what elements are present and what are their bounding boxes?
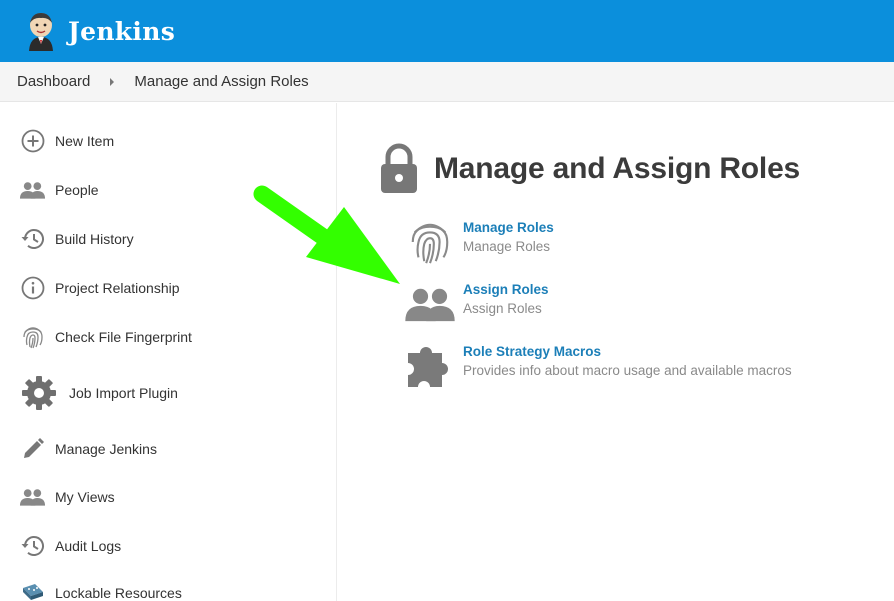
- chevron-right-icon: [90, 77, 134, 86]
- sidebar-item-label: Job Import Plugin: [69, 385, 178, 401]
- sidebar-item-label: Manage Jenkins: [55, 441, 157, 457]
- entry-description: Manage Roles: [463, 239, 551, 254]
- breadcrumb-current[interactable]: Manage and Assign Roles: [134, 73, 308, 90]
- sidebar-item-my-views[interactable]: My Views: [0, 477, 336, 517]
- app-title[interactable]: Jenkins: [68, 17, 175, 46]
- sidebar-item-manage-jenkins[interactable]: Manage Jenkins: [0, 429, 336, 469]
- top-header: Jenkins: [0, 0, 894, 62]
- sidebar-item-label: Audit Logs: [55, 538, 122, 554]
- plus-circle-icon: [19, 128, 46, 155]
- sidebar-item-people[interactable]: People: [0, 170, 336, 210]
- sidebar-item-project-relationship[interactable]: Project Relationship: [0, 268, 336, 308]
- sidebar-item-label: Project Relationship: [55, 280, 180, 296]
- history-icon: [19, 226, 46, 253]
- info-icon: [19, 275, 46, 302]
- entry-manage-roles: Manage Roles Manage Roles: [402, 220, 554, 268]
- manage-roles-link[interactable]: Manage Roles: [463, 220, 554, 235]
- breadcrumb: Dashboard Manage and Assign Roles: [0, 62, 894, 102]
- network-icon: [19, 580, 46, 601]
- entry-description: Assign Roles: [463, 301, 542, 316]
- sidebar-item-label: My Views: [55, 489, 115, 505]
- page-title: Manage and Assign Roles: [434, 152, 801, 185]
- main-content: Manage and Assign Roles Manage Roles Man…: [338, 103, 894, 601]
- sidebar-item-label: Build History: [55, 231, 134, 247]
- assign-roles-link[interactable]: Assign Roles: [463, 282, 549, 297]
- fingerprint-icon: [402, 216, 458, 268]
- sidebar-item-label: New Item: [55, 133, 115, 149]
- gear-icon: [19, 373, 59, 413]
- role-strategy-macros-link[interactable]: Role Strategy Macros: [463, 344, 792, 359]
- sidebar-item-label: Lockable Resources: [55, 585, 182, 601]
- sidebar-item-label: People: [55, 182, 99, 198]
- people-icon: [402, 278, 458, 330]
- sidebar: New Item People Build History Project Re…: [0, 103, 337, 601]
- sidebar-item-check-file-fingerprint[interactable]: Check File Fingerprint: [0, 317, 336, 357]
- people-icon: [19, 177, 46, 204]
- breadcrumb-dashboard[interactable]: Dashboard: [17, 73, 90, 90]
- sidebar-item-new-item[interactable]: New Item: [0, 121, 336, 161]
- fingerprint-icon: [19, 324, 46, 351]
- entry-description: Provides info about macro usage and avai…: [463, 363, 792, 378]
- sidebar-item-build-history[interactable]: Build History: [0, 219, 336, 259]
- lock-icon: [381, 143, 417, 193]
- people-icon: [19, 484, 46, 511]
- page-header: Manage and Assign Roles: [378, 143, 800, 195]
- sidebar-item-lockable-resources[interactable]: Lockable Resources: [0, 573, 336, 601]
- entry-role-strategy-macros: Role Strategy Macros Provides info about…: [402, 344, 792, 392]
- sidebar-item-audit-logs[interactable]: Audit Logs: [0, 526, 336, 566]
- sidebar-item-label: Check File Fingerprint: [55, 329, 192, 345]
- entry-assign-roles: Assign Roles Assign Roles: [402, 282, 549, 330]
- jenkins-logo-icon[interactable]: [24, 11, 58, 51]
- sidebar-item-job-import-plugin[interactable]: Job Import Plugin: [0, 373, 336, 413]
- history-icon: [19, 533, 46, 560]
- puzzle-icon: [402, 340, 458, 392]
- pencil-icon: [19, 436, 46, 463]
